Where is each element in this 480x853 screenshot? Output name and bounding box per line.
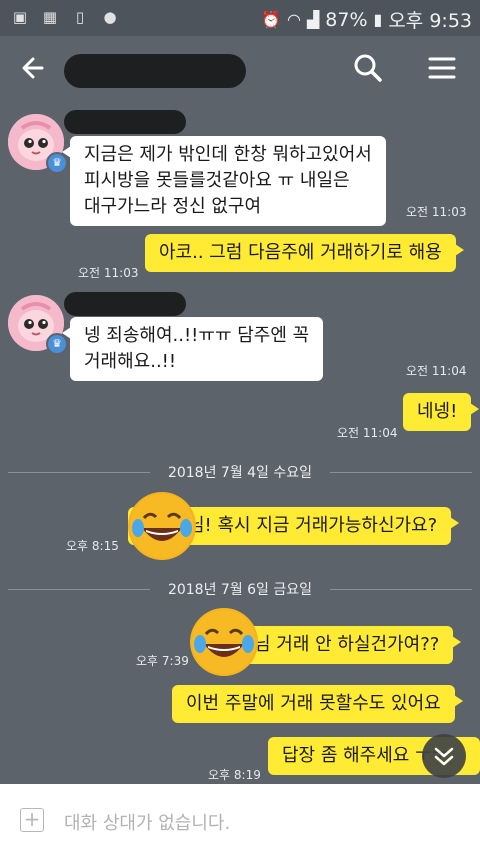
settings-icon: ● [103,8,117,26]
sender-name-redacted [64,110,186,134]
avatar[interactable]: ♛ [8,295,68,355]
sender-name-redacted [64,292,186,316]
gallery-icon: ▦ [42,8,58,26]
scroll-to-bottom-button[interactable] [422,734,466,778]
message-bubble-incoming[interactable]: 넹 죄송해여..!!ㅠㅠ 담주엔 꼭 거래해요..!! [61,317,324,381]
message-time: 오전 11:03 [78,266,139,280]
laughing-tears-emoji-icon [190,608,258,676]
message-input-bar: + 대화 상대가 없습니다. [0,784,480,853]
chevron-double-down-icon [434,747,454,766]
message-line: 넹 죄송해여..!!ㅠㅠ 담주엔 꼭 [84,325,310,346]
message-input-placeholder[interactable]: 대화 상대가 없습니다. [64,809,230,835]
search-icon [354,54,382,82]
menu-button[interactable] [424,50,460,86]
status-time: 오후 9:53 [388,10,472,32]
message-text: 아코.. 그럼 다음주에 거래하기로 해용 [159,242,442,263]
message-line: 대구가느라 정신 없구여 [84,196,262,217]
message-time: 오후 7:39 [136,654,189,668]
back-button[interactable] [16,50,52,86]
status-right: ⏰ ◠ ▟ 87% ▮ 오후 9:53 [261,6,472,33]
message-line: 거래해요..!! [84,351,177,372]
image-icon: ▣ [12,8,28,26]
search-button[interactable] [350,50,386,86]
signal-icon: ▟ [306,10,320,29]
chat-area[interactable]: ♛ 지금은 제가 밖인데 한창 뭐하고있어서 피시방을 못들를것같아요 ㅠ 내일… [0,102,480,784]
chat-header [0,36,480,102]
date-divider: 2018년 7월 6일 금요일 [8,579,472,599]
chat-title-redacted [64,54,246,88]
arrow-left-icon [22,57,44,79]
message-bubble-outgoing[interactable]: 이번 주말에 거래 못할수도 있어요 [172,685,463,723]
message-text: 님 거래 안 하실건가여?? [254,634,440,655]
message-text: 님! 혹시 지금 거래가능하신가요? [188,515,438,536]
laughing-tears-emoji-icon [128,492,196,560]
message-bubble-outgoing[interactable]: 네넹! [403,393,480,431]
message-bubble-outgoing[interactable]: 아코.. 그럼 다음주에 거래하기로 해용 [145,234,464,272]
status-bar: ▣ ▦ ▯ ● ⏰ ◠ ▟ 87% ▮ 오후 9:53 [0,0,480,36]
battery-icon: ▮ [373,10,383,29]
wifi-icon: ◠ [287,10,301,29]
avatar[interactable]: ♛ [8,114,68,174]
message-time: 오전 11:04 [337,426,398,440]
alarm-icon: ⏰ [261,10,281,29]
message-time: 오전 11:03 [406,205,467,219]
message-text: 이번 주말에 거래 못할수도 있어요 [186,693,441,714]
message-time: 오전 11:04 [406,364,467,378]
phone-icon: ▯ [75,8,85,26]
plus-square-icon[interactable]: + [20,808,44,832]
message-time: 오후 8:15 [66,539,119,553]
hamburger-menu-icon [428,57,456,79]
status-left-icons: ▣ ▦ ▯ ● [10,7,120,27]
date-divider-label: 2018년 7월 4일 수요일 [167,465,313,481]
message-bubble-incoming[interactable]: 지금은 제가 밖인데 한창 뭐하고있어서 피시방을 못들를것같아요 ㅠ 내일은 … [62,136,386,226]
date-divider-label: 2018년 7월 6일 금요일 [167,582,313,598]
message-line: 피시방을 못들를것같아요 ㅠ 내일은 [84,170,350,191]
battery-level: 87% [325,8,368,31]
message-line: 지금은 제가 밖인데 한창 뭐하고있어서 [84,144,372,165]
date-divider: 2018년 7월 4일 수요일 [8,462,472,482]
message-time: 오후 8:19 [208,768,261,782]
message-text: 네넹! [417,401,458,422]
